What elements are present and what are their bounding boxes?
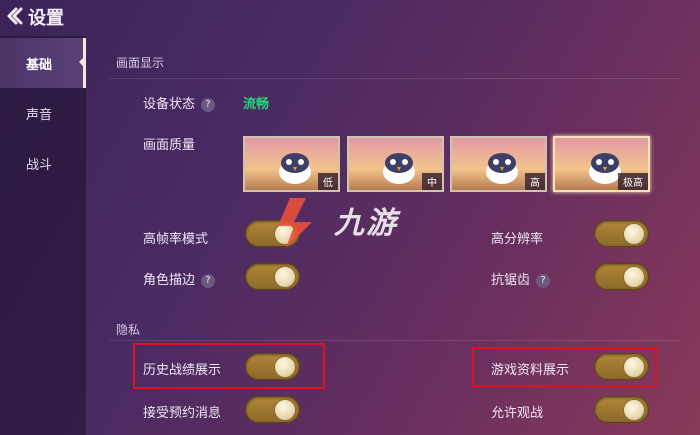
- outline-label-text: 角色描边: [143, 273, 196, 288]
- spectate-label: 允许观战: [491, 406, 544, 421]
- toggle-knob: [623, 266, 645, 288]
- sidebar-item-sound[interactable]: 声音: [0, 88, 86, 138]
- section-title-display: 画面显示: [116, 56, 165, 70]
- toggle-knob: [623, 399, 645, 421]
- sidebar-item-basic[interactable]: 基础: [0, 38, 86, 88]
- device-status-value: 流畅: [243, 97, 270, 112]
- spectate-toggle[interactable]: [594, 396, 649, 423]
- sidebar-item-label: 基础: [26, 57, 53, 73]
- invite-toggle[interactable]: [245, 396, 300, 423]
- antialias-label: 抗锯齿?: [491, 269, 551, 288]
- quality-option-ultra[interactable]: 极高: [553, 136, 650, 192]
- section-divider: [110, 340, 680, 341]
- bird-preview-icon: [279, 153, 311, 184]
- back-arrow-icon[interactable]: [4, 6, 24, 26]
- toggle-knob: [623, 356, 645, 378]
- high-resolution-toggle[interactable]: [594, 220, 649, 247]
- quality-option-label: 高: [525, 173, 545, 190]
- profile-toggle[interactable]: [594, 353, 649, 380]
- quality-option-low[interactable]: 低: [243, 136, 340, 192]
- device-status-label-text: 设备状态: [143, 97, 196, 112]
- outline-toggle[interactable]: [245, 263, 300, 290]
- quality-option-medium[interactable]: 中: [347, 136, 444, 192]
- device-status-label: 设备状态?: [143, 93, 216, 112]
- help-icon[interactable]: ?: [536, 273, 551, 288]
- outline-label: 角色描边?: [143, 269, 216, 288]
- bird-preview-icon: [383, 153, 415, 184]
- bird-preview-icon: [486, 153, 518, 184]
- toggle-knob: [274, 356, 296, 378]
- help-icon[interactable]: ?: [201, 97, 216, 112]
- quality-option-label: 极高: [618, 173, 648, 190]
- section-divider: [110, 78, 680, 79]
- history-toggle[interactable]: [245, 353, 300, 380]
- help-icon[interactable]: ?: [201, 273, 216, 288]
- section-title-privacy: 隐私: [116, 323, 141, 337]
- quality-option-label: 低: [318, 173, 338, 190]
- antialias-toggle[interactable]: [594, 263, 649, 290]
- high-resolution-label: 高分辨率: [491, 232, 544, 247]
- quality-option-high[interactable]: 高: [450, 136, 547, 192]
- top-bar: 设置: [0, 0, 90, 36]
- sidebar-item-label: 战斗: [26, 157, 53, 173]
- invite-label: 接受预约消息: [143, 406, 222, 421]
- watermark-text: 九游: [334, 206, 398, 241]
- toggle-knob: [274, 399, 296, 421]
- toggle-knob: [623, 223, 645, 245]
- profile-label: 游戏资料展示: [491, 363, 570, 378]
- high-framerate-label: 高帧率模式: [143, 232, 209, 247]
- toggle-knob: [274, 266, 296, 288]
- history-label: 历史战绩展示: [143, 363, 222, 378]
- sidebar-item-label: 声音: [26, 107, 53, 123]
- sidebar-item-battle[interactable]: 战斗: [0, 138, 86, 188]
- active-caret-icon: [79, 55, 86, 69]
- sidebar: 基础 声音 战斗: [0, 36, 86, 435]
- antialias-label-text: 抗锯齿: [491, 273, 531, 288]
- quality-label: 画面质量: [143, 138, 196, 153]
- page-title: 设置: [28, 8, 64, 29]
- quality-option-label: 中: [422, 173, 442, 190]
